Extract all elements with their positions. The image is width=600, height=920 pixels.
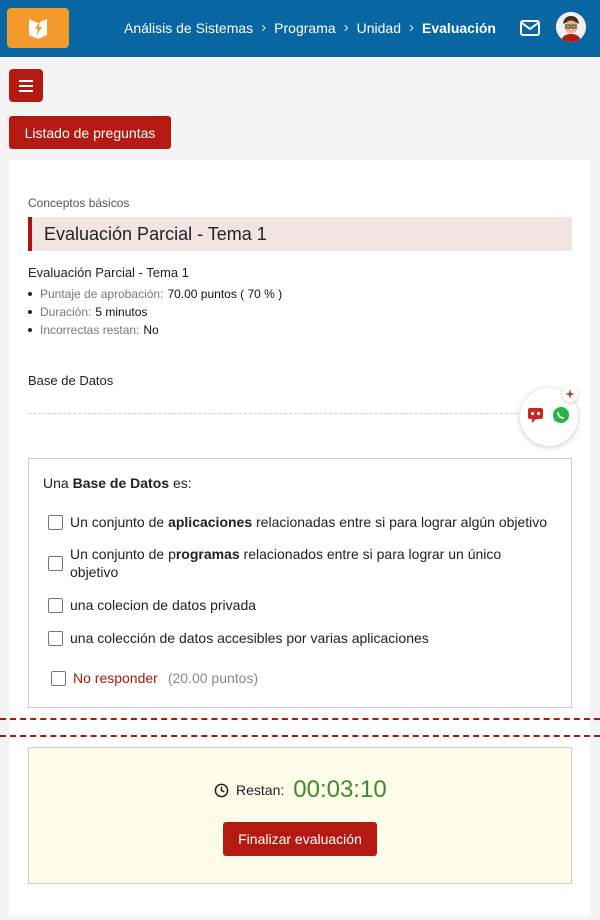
no-answer-label: No responder (73, 670, 158, 686)
info-duration: Duración: 5 minutos (28, 303, 282, 321)
info-value: 70.00 puntos ( 70 % ) (167, 287, 283, 301)
info-label: Puntaje de aprobación: (40, 287, 164, 301)
chevron-right-icon: › (261, 19, 267, 36)
lightning-book-icon (29, 19, 47, 39)
exam-title: Evaluación Parcial - Tema 1 (28, 217, 572, 251)
section-title: Base de Datos (28, 373, 114, 388)
breadcrumb: Análisis de Sistemas › Programa › Unidad… (124, 19, 496, 36)
avatar-icon (556, 12, 586, 42)
answer-checkbox[interactable] (48, 556, 63, 571)
answer-option[interactable]: Un conjunto de programas relacionados en… (48, 545, 558, 581)
breadcrumb-current: Evaluación (422, 19, 496, 36)
answer-text: Un conjunto de aplicaciones relacionadas… (70, 514, 548, 530)
answer-text: una colecion de datos privada (70, 597, 257, 613)
stem-text: es: (169, 475, 192, 491)
sparkle-icon (562, 386, 578, 402)
breadcrumb-link-program[interactable]: Programa (274, 20, 335, 36)
mail-icon[interactable] (519, 18, 541, 38)
whatsapp-icon (553, 407, 569, 423)
bot-icon (528, 408, 543, 423)
info-passing-score: Puntaje de aprobación: 70.00 puntos ( 70… (28, 285, 282, 303)
chevron-right-icon: › (343, 19, 349, 36)
breadcrumb-link-unit[interactable]: Unidad (357, 20, 401, 36)
answer-checkbox[interactable] (48, 598, 63, 613)
info-value: No (143, 323, 159, 337)
no-answer-checkbox[interactable] (51, 670, 66, 686)
question-list-button[interactable]: Listado de preguntas (9, 116, 171, 149)
no-answer-option[interactable]: No responder (20.00 puntos) (51, 670, 258, 686)
info-penalty: Incorrectas restan: No (28, 321, 282, 339)
top-navigation-bar: Análisis de Sistemas › Programa › Unidad… (0, 0, 600, 57)
stem-text: Una (43, 475, 73, 491)
timer-panel (28, 747, 572, 884)
timer-row: Restan: 00:03:10 (214, 776, 387, 804)
timer-label: Restan: (236, 782, 285, 798)
info-value: 5 minutos (95, 305, 148, 319)
answer-checkbox[interactable] (48, 631, 63, 646)
clock-icon (214, 783, 229, 797)
timer-value: 00:03:10 (293, 776, 387, 803)
answer-option[interactable]: una colección de datos accesibles por va… (48, 629, 558, 647)
answer-text: Un conjunto de programas relacionados en… (70, 546, 502, 580)
cut-divider (0, 718, 600, 720)
info-label: Duración: (40, 305, 92, 319)
exam-subtitle: Evaluación Parcial - Tema 1 (28, 265, 189, 280)
stem-bold-text: Base de Datos (72, 475, 170, 491)
cut-divider (0, 735, 600, 737)
section-divider (28, 413, 528, 414)
app-logo[interactable] (7, 8, 69, 48)
exam-info-list: Puntaje de aprobación: 70.00 puntos ( 70… (28, 285, 282, 339)
answer-option[interactable]: Un conjunto de aplicaciones relacionadas… (48, 513, 558, 531)
breadcrumb-link-course[interactable]: Análisis de Sistemas (124, 20, 253, 36)
hamburger-icon (19, 79, 33, 92)
user-avatar[interactable] (556, 12, 586, 42)
chevron-right-icon: › (409, 19, 415, 36)
finish-exam-button[interactable]: Finalizar evaluación (223, 822, 377, 856)
answer-option[interactable]: una colecion de datos privada (48, 596, 558, 614)
question-stem: Una Base de Datos es: (43, 475, 192, 491)
exam-category: Conceptos básicos (28, 196, 130, 210)
menu-button[interactable] (9, 69, 43, 102)
exam-title-text: Evaluación Parcial - Tema 1 (44, 223, 267, 244)
no-answer-points: (20.00 puntos) (167, 670, 259, 686)
answer-text: una colección de datos accesibles por va… (70, 630, 429, 646)
answer-checkbox[interactable] (48, 515, 63, 530)
info-label: Incorrectas restan: (40, 323, 140, 337)
